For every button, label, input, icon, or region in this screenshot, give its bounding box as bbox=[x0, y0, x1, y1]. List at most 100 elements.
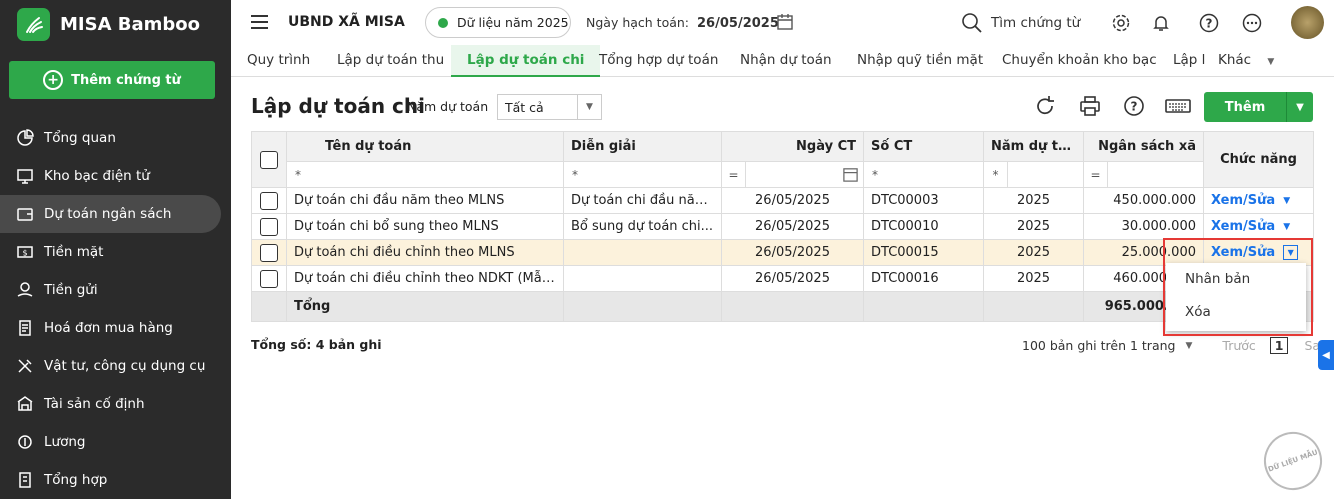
cell-date: 26/05/2025 bbox=[721, 239, 864, 266]
sidebar-item-overview[interactable]: Tổng quan bbox=[0, 119, 231, 157]
more-icon[interactable] bbox=[1242, 13, 1262, 33]
page-size-select[interactable]: 100 bản ghi trên 1 trang bbox=[1022, 338, 1175, 353]
sidebar-item-summary[interactable]: Tổng hợp bbox=[0, 461, 231, 499]
menu-icon[interactable] bbox=[251, 15, 268, 29]
row-action-menu: Nhân bản Xóa bbox=[1166, 263, 1306, 331]
caret-down-icon[interactable]: ▼ bbox=[1283, 245, 1299, 260]
posting-date-label: Ngày hạch toán: bbox=[586, 15, 690, 30]
calendar-icon[interactable] bbox=[776, 13, 794, 31]
help-icon[interactable]: ? bbox=[1199, 13, 1219, 33]
table-row[interactable]: Dự toán chi bổ sung theo MLNS Bổ sung dự… bbox=[251, 213, 1314, 240]
add-options-chevron-down-icon[interactable]: ▼ bbox=[1286, 92, 1313, 122]
row-checkbox-cell bbox=[251, 213, 287, 240]
sidebar-item-cash[interactable]: $ Tiền mặt bbox=[0, 233, 231, 271]
view-edit-link[interactable]: Xem/Sửa bbox=[1211, 193, 1275, 208]
filter-number[interactable]: * bbox=[863, 161, 984, 188]
row-checkbox[interactable] bbox=[260, 243, 278, 262]
filter-date[interactable]: = bbox=[721, 161, 864, 188]
total-empty bbox=[863, 291, 984, 322]
chevron-down-icon: ▼ bbox=[1267, 57, 1275, 67]
calendar-icon[interactable] bbox=[842, 166, 859, 183]
column-header-year[interactable]: Năm dự toán bbox=[983, 131, 1084, 162]
filter-amount[interactable]: = bbox=[1083, 161, 1204, 188]
cell-year: 2025 bbox=[983, 239, 1084, 266]
avatar[interactable] bbox=[1291, 6, 1324, 39]
column-header-name[interactable]: Tên dự toán bbox=[286, 131, 564, 162]
column-header-date[interactable]: Ngày CT bbox=[721, 131, 864, 162]
app-logo[interactable]: MISA Bamboo bbox=[17, 8, 200, 41]
select-all-checkbox[interactable] bbox=[260, 150, 278, 169]
tab-treasury-transfer[interactable]: Chuyển khoản kho bạc bbox=[1002, 45, 1157, 77]
table-row[interactable]: Dự toán chi đầu năm theo MLNS Dự toán ch… bbox=[251, 187, 1314, 214]
total-empty bbox=[563, 291, 722, 322]
cell-name: Dự toán chi điều chỉnh theo NDKT (Mẫu ..… bbox=[286, 265, 564, 292]
menu-item-delete[interactable]: Xóa bbox=[1166, 296, 1306, 329]
deposit-icon bbox=[17, 282, 33, 297]
sidebar-item-salary[interactable]: Lương bbox=[0, 423, 231, 461]
keyboard-icon[interactable] bbox=[1165, 94, 1191, 118]
row-checkbox[interactable] bbox=[260, 269, 278, 288]
refresh-icon[interactable] bbox=[1033, 94, 1057, 118]
total-row: Tổng 965.000.000 bbox=[251, 291, 1314, 322]
cell-description: Bổ sung dự toán chi... bbox=[563, 213, 722, 240]
sidebar: MISA Bamboo + Thêm chứng từ Tổng quan Kh… bbox=[0, 0, 231, 499]
gear-icon[interactable] bbox=[1111, 13, 1131, 33]
print-icon[interactable] bbox=[1078, 94, 1102, 118]
search-documents[interactable]: Tìm chứng từ bbox=[961, 12, 1080, 34]
menu-item-duplicate[interactable]: Nhân bản bbox=[1166, 263, 1306, 296]
sidebar-item-label: Tiền gửi bbox=[44, 282, 98, 298]
tab-workflow[interactable]: Quy trình bbox=[247, 45, 310, 77]
tab-cash-receipt[interactable]: Nhập quỹ tiền mặt bbox=[857, 45, 983, 77]
data-year-chip[interactable]: Dữ liệu năm 2025 bbox=[425, 7, 571, 38]
help-icon[interactable]: ? bbox=[1122, 94, 1146, 118]
sidebar-item-budget[interactable]: Dự toán ngân sách bbox=[0, 195, 221, 233]
chevron-left-icon[interactable]: ◀ bbox=[1318, 340, 1334, 370]
view-edit-link[interactable]: Xem/Sửa bbox=[1211, 245, 1275, 260]
sidebar-item-purchase-invoice[interactable]: Hoá đơn mua hàng bbox=[0, 309, 231, 347]
row-checkbox[interactable] bbox=[260, 191, 278, 210]
cell-actions: Xem/Sửa ▼ bbox=[1203, 187, 1314, 214]
sidebar-item-deposit[interactable]: Tiền gửi bbox=[0, 271, 231, 309]
cash-icon: $ bbox=[17, 246, 33, 258]
cell-year: 2025 bbox=[983, 213, 1084, 240]
table-row[interactable]: Dự toán chi điều chỉnh theo NDKT (Mẫu ..… bbox=[251, 265, 1314, 292]
bell-icon[interactable] bbox=[1151, 13, 1171, 33]
caret-down-icon[interactable]: ▼ bbox=[1283, 196, 1290, 206]
prev-page-button[interactable]: Trước bbox=[1222, 338, 1255, 353]
column-header-description[interactable]: Diễn giải bbox=[563, 131, 722, 162]
tab-more[interactable]: Khác ▼ bbox=[1218, 45, 1274, 77]
filter-name[interactable]: * bbox=[286, 161, 564, 188]
sidebar-item-e-treasury[interactable]: Kho bạc điện tử bbox=[0, 157, 231, 195]
tools-icon bbox=[18, 359, 32, 373]
row-checkbox[interactable] bbox=[260, 217, 278, 236]
filter-operator: * bbox=[295, 167, 301, 182]
caret-down-icon[interactable]: ▼ bbox=[1283, 222, 1290, 232]
add-document-button[interactable]: + Thêm chứng từ bbox=[9, 61, 215, 99]
tab-revenue-budget[interactable]: Lập dự toán thu bbox=[337, 45, 444, 77]
wallet-icon bbox=[17, 208, 33, 221]
column-header-number[interactable]: Số CT bbox=[863, 131, 984, 162]
posting-date[interactable]: Ngày hạch toán: 26/05/2025 bbox=[586, 15, 779, 31]
tab-expense-budget[interactable]: Lập dự toán chi bbox=[451, 45, 601, 77]
salary-icon bbox=[18, 435, 32, 449]
sidebar-item-materials[interactable]: Vật tư, công cụ dụng cụ bbox=[0, 347, 231, 385]
sidebar-item-label: Tiền mặt bbox=[44, 244, 104, 260]
year-filter-select[interactable]: Tất cả ▼ bbox=[497, 94, 602, 120]
sidebar-item-fixed-assets[interactable]: Tài sản cố định bbox=[0, 385, 231, 423]
row-checkbox-cell bbox=[251, 239, 287, 266]
filter-operator: * bbox=[985, 162, 1008, 187]
view-edit-link[interactable]: Xem/Sửa bbox=[1211, 219, 1275, 234]
record-count: Tổng số: 4 bản ghi bbox=[251, 337, 382, 352]
filter-year[interactable]: * bbox=[983, 161, 1084, 188]
table-row-selected[interactable]: Dự toán chi điều chỉnh theo MLNS 26/05/2… bbox=[251, 239, 1314, 266]
search-icon bbox=[962, 13, 982, 33]
current-page[interactable]: 1 bbox=[1269, 337, 1289, 354]
organization-name[interactable]: UBND XÃ MISA bbox=[288, 14, 405, 30]
column-header-amount[interactable]: Ngân sách xã bbox=[1083, 131, 1204, 162]
tab-budget-summary[interactable]: Tổng hợp dự toán bbox=[599, 45, 718, 77]
tab-receive-budget[interactable]: Nhận dự toán bbox=[740, 45, 832, 77]
tab-truncated[interactable]: Lập l bbox=[1173, 45, 1205, 77]
filter-description[interactable]: * bbox=[563, 161, 722, 188]
add-budget-button[interactable]: Thêm bbox=[1204, 92, 1286, 122]
chevron-down-icon[interactable]: ▼ bbox=[1185, 341, 1192, 351]
